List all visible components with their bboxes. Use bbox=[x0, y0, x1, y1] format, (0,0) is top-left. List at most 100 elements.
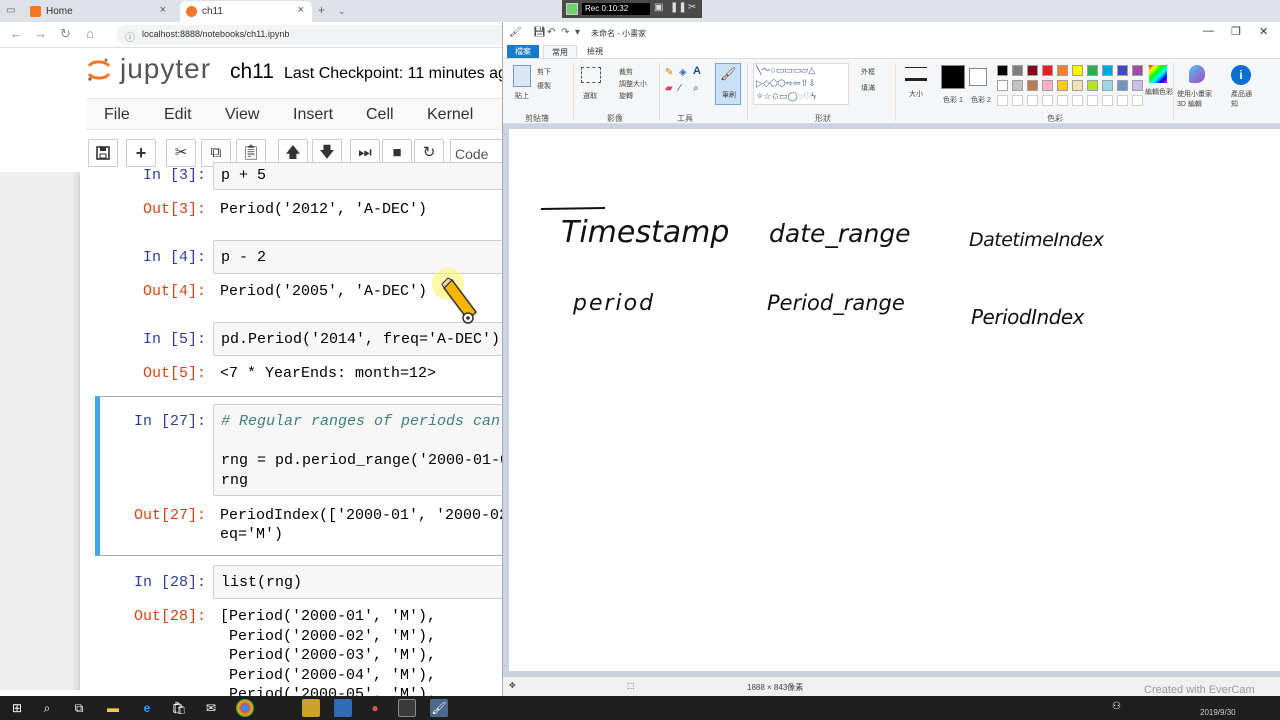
custom-color-slot[interactable] bbox=[1072, 95, 1083, 106]
tab-search-icon[interactable]: ⌄ bbox=[338, 6, 346, 17]
color-swatch[interactable] bbox=[1132, 80, 1143, 91]
tab-home[interactable]: Home × bbox=[24, 1, 174, 22]
color-swatch[interactable] bbox=[1057, 80, 1068, 91]
cut-button[interactable]: 剪下 bbox=[537, 67, 551, 77]
color-swatch[interactable] bbox=[997, 80, 1008, 91]
custom-color-slot[interactable] bbox=[1132, 95, 1143, 106]
magnifier-icon[interactable]: ⌕ bbox=[693, 83, 699, 94]
color-picker-icon[interactable]: ⁄ bbox=[679, 83, 681, 94]
color-swatch[interactable] bbox=[1042, 80, 1053, 91]
color-swatch[interactable] bbox=[1132, 65, 1143, 76]
color-swatch[interactable] bbox=[997, 65, 1008, 76]
custom-color-slot[interactable] bbox=[1057, 95, 1068, 106]
edge-icon[interactable]: e bbox=[138, 699, 156, 717]
color-swatch[interactable] bbox=[1012, 80, 1023, 91]
chrome-icon[interactable] bbox=[236, 699, 254, 717]
select-icon[interactable] bbox=[581, 67, 601, 83]
app-icon[interactable]: ● bbox=[366, 699, 384, 717]
color-swatch[interactable] bbox=[1027, 80, 1038, 91]
back-icon[interactable]: ← bbox=[10, 26, 23, 41]
color1-swatch[interactable] bbox=[941, 65, 965, 89]
paint3d-button[interactable]: 使用小畫家 3D 編輯 bbox=[1177, 89, 1221, 109]
app-icon[interactable] bbox=[334, 699, 352, 717]
menu-insert[interactable]: Insert bbox=[293, 106, 333, 124]
windows-start-icon[interactable]: ⊞ bbox=[8, 699, 26, 717]
scissors-icon[interactable]: ✂ bbox=[688, 2, 696, 13]
color-swatch[interactable] bbox=[1117, 80, 1128, 91]
app-icon[interactable] bbox=[302, 699, 320, 717]
customize-quick-access-icon[interactable]: ▾ bbox=[575, 27, 580, 38]
menu-kernel[interactable]: Kernel bbox=[427, 106, 473, 124]
tab-ch11[interactable]: ch11 × bbox=[180, 1, 312, 22]
product-alert-button[interactable]: 產品通知 bbox=[1231, 89, 1255, 109]
outline-button[interactable]: 外框 bbox=[861, 67, 875, 77]
pencil-tool-icon[interactable]: ✎ bbox=[665, 67, 673, 78]
menu-edit[interactable]: Edit bbox=[164, 106, 192, 124]
paint3d-icon[interactable] bbox=[1189, 65, 1205, 83]
custom-color-slot[interactable] bbox=[997, 95, 1008, 106]
store-icon[interactable]: 🛍︎ bbox=[170, 699, 188, 717]
color-swatch[interactable] bbox=[1057, 65, 1068, 76]
camera-icon[interactable]: ▣ bbox=[654, 2, 663, 13]
mail-icon[interactable]: ✉ bbox=[202, 699, 220, 717]
color-swatch[interactable] bbox=[1012, 65, 1023, 76]
file-explorer-icon[interactable]: ▬ bbox=[104, 699, 122, 717]
custom-color-slot[interactable] bbox=[1087, 95, 1098, 106]
color-swatch[interactable] bbox=[1072, 65, 1083, 76]
custom-color-slot[interactable] bbox=[1012, 95, 1023, 106]
info-icon[interactable]: i bbox=[1231, 65, 1251, 85]
pause-icon[interactable]: ❚❚ bbox=[670, 2, 687, 13]
tab-view[interactable]: 檢視 bbox=[579, 45, 611, 58]
rotate-button[interactable]: 旋轉 bbox=[619, 91, 633, 101]
color-swatch[interactable] bbox=[1072, 80, 1083, 91]
shapes-gallery[interactable]: ╲〜○▭▭▭▱△ ▷◇⬠⬡⇨⇦⇧⇩ ✧☆✩▭◯◌♡ϟ bbox=[753, 63, 849, 105]
close-tab-icon[interactable]: × bbox=[298, 4, 304, 16]
paint-taskbar-icon[interactable]: 🖌︎ bbox=[430, 699, 448, 717]
color-swatch[interactable] bbox=[1102, 80, 1113, 91]
forward-icon[interactable]: → bbox=[34, 26, 47, 41]
copy-button[interactable]: 複製 bbox=[537, 81, 551, 91]
crop-button[interactable]: 裁剪 bbox=[619, 67, 633, 77]
paint-canvas[interactable]: Timestamp date_range DatetimeIndex perio… bbox=[509, 129, 1280, 671]
select-button[interactable]: 選取 bbox=[583, 91, 597, 101]
paste-icon[interactable] bbox=[513, 65, 531, 87]
save-button[interactable] bbox=[88, 139, 118, 167]
color-swatch[interactable] bbox=[1117, 65, 1128, 76]
menu-cell[interactable]: Cell bbox=[366, 106, 394, 124]
tab-home[interactable]: 常用 bbox=[543, 45, 577, 58]
task-view-icon[interactable]: ⧉ bbox=[70, 699, 88, 717]
home-icon[interactable]: ⌂ bbox=[86, 26, 94, 41]
custom-color-slot[interactable] bbox=[1117, 95, 1128, 106]
minimize-icon[interactable]: — bbox=[1203, 25, 1214, 37]
fill-button[interactable]: 填滿 bbox=[861, 83, 875, 93]
color-swatch[interactable] bbox=[1027, 65, 1038, 76]
save-icon[interactable]: 💾︎ bbox=[533, 27, 546, 38]
color-swatch[interactable] bbox=[1087, 80, 1098, 91]
reload-icon[interactable]: ↻ bbox=[60, 26, 71, 42]
url-input[interactable]: ⓘ localhost:8888/notebooks/ch11.ipynb bbox=[116, 25, 516, 45]
redo-icon[interactable]: ↷ bbox=[561, 27, 569, 38]
new-tab-button[interactable]: + bbox=[318, 3, 325, 17]
paste-button[interactable]: 貼上 bbox=[515, 91, 529, 101]
edit-colors-icon[interactable] bbox=[1149, 65, 1167, 83]
color-swatch[interactable] bbox=[1102, 65, 1113, 76]
color-swatch[interactable] bbox=[1042, 65, 1053, 76]
resize-button[interactable]: 調整大小 bbox=[619, 79, 647, 89]
menu-file[interactable]: File bbox=[104, 106, 130, 124]
close-tab-icon[interactable]: × bbox=[160, 4, 166, 16]
eraser-tool-icon[interactable]: ▰ bbox=[665, 83, 673, 94]
text-tool-icon[interactable]: A bbox=[693, 65, 701, 77]
cut-button[interactable]: ✂ bbox=[166, 139, 196, 167]
custom-color-slot[interactable] bbox=[1042, 95, 1053, 106]
undo-icon[interactable]: ↶ bbox=[547, 27, 555, 38]
brushes-button[interactable]: 🖌︎ 筆刷 bbox=[715, 63, 741, 105]
custom-color-slot[interactable] bbox=[1027, 95, 1038, 106]
jupyter-logo-text[interactable]: jupyter bbox=[120, 53, 211, 85]
menu-view[interactable]: View bbox=[225, 106, 259, 124]
edit-colors-button[interactable]: 編輯色彩 bbox=[1145, 87, 1175, 97]
size-icon[interactable] bbox=[905, 67, 927, 81]
maximize-icon[interactable]: ❐ bbox=[1231, 25, 1241, 38]
search-icon[interactable]: ⌕ bbox=[38, 699, 56, 717]
notebook-name[interactable]: ch11 bbox=[230, 60, 274, 84]
fill-tool-icon[interactable]: ◈ bbox=[679, 67, 687, 78]
